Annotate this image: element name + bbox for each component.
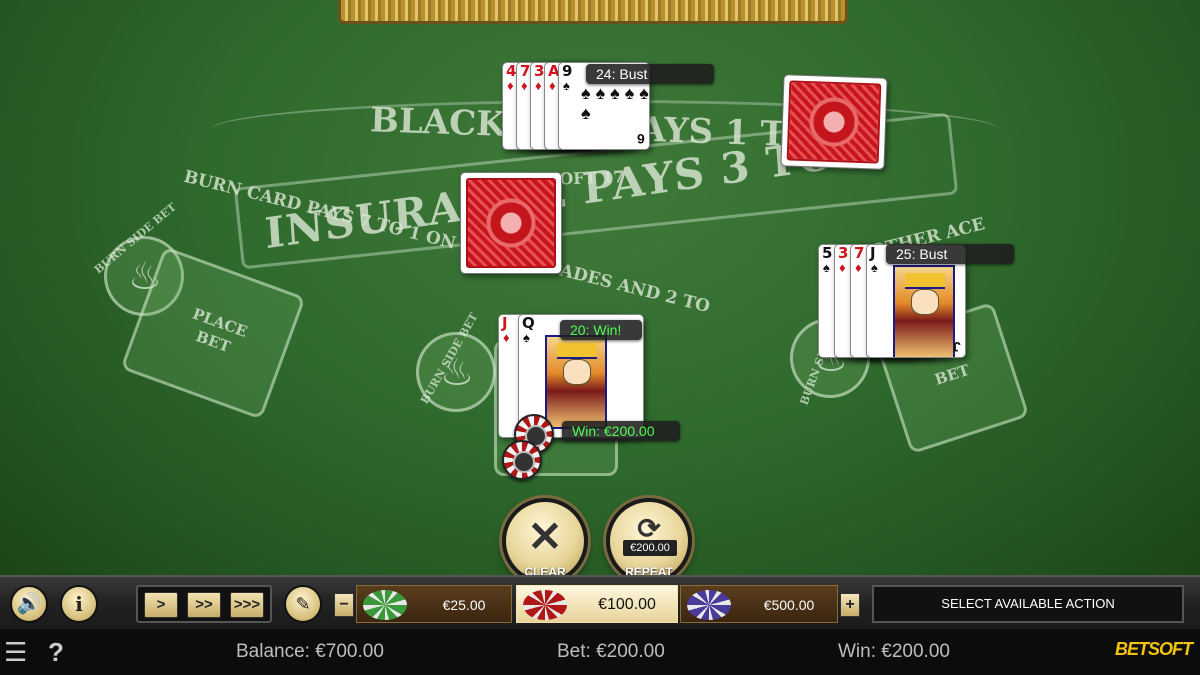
- card-rank: 3: [838, 244, 849, 262]
- clear-chips-icon[interactable]: ✎: [284, 585, 322, 623]
- chip-500-label: €500.00: [763, 597, 815, 613]
- chip-500-icon: [687, 590, 731, 620]
- player-right-hand-label: 25: Bust: [886, 244, 1014, 264]
- speed-fast-button[interactable]: >>: [187, 592, 221, 618]
- card-rank: Q: [522, 314, 535, 332]
- menu-icon[interactable]: ☰: [4, 639, 34, 665]
- dealer-hand-label: 24: Bust: [586, 64, 714, 84]
- speed-fastest-button[interactable]: >>>: [230, 592, 264, 618]
- chip-25-button[interactable]: €25.00: [356, 585, 512, 623]
- card-suit-icon: ♠: [871, 260, 878, 275]
- speed-selector: > >> >>>: [136, 585, 272, 623]
- chip-selector: − €25.00 €100.00 €500.00 +: [334, 583, 862, 625]
- burn-card-back: [460, 172, 562, 274]
- card-suit-icon: ♦: [839, 260, 846, 275]
- card-suit-icon: ♦: [503, 330, 510, 345]
- status-message: SELECT AVAILABLE ACTION: [872, 585, 1184, 623]
- info-icon[interactable]: i: [60, 585, 98, 623]
- card-suit-icon: ♠: [823, 260, 830, 275]
- blackjack-table: BLACKJACK PAYS 1 TO INSURANCE PAYS 3 TO …: [0, 0, 1200, 600]
- chip-prev-button[interactable]: −: [334, 593, 354, 617]
- card-rank: J: [870, 244, 876, 262]
- balance-display: Balance: €700.00: [236, 641, 384, 662]
- card-suit-icon: ♦: [549, 78, 556, 93]
- speed-normal-button[interactable]: >: [144, 592, 178, 618]
- chip-25-label: €25.00: [442, 597, 486, 613]
- bet-chip: [502, 440, 542, 480]
- card-corner-rank: J: [953, 339, 961, 355]
- chip-500-button[interactable]: €500.00: [680, 585, 838, 623]
- card-rank: 4: [506, 62, 517, 80]
- place-bet-label: PLACE BET: [190, 304, 250, 357]
- help-icon[interactable]: ?: [48, 637, 72, 667]
- card-back-right: [780, 74, 888, 170]
- control-bar: 🔊 i > >> >>> ✎ − €25.00 €100.00 €500.00 …: [0, 575, 1200, 629]
- x-icon: ✕: [527, 513, 563, 560]
- card-suit-icon: ♠: [563, 78, 570, 93]
- card-rank: 9: [562, 62, 573, 80]
- info-bar: ☰ ? Balance: €700.00 Bet: €200.00 Win: €…: [0, 629, 1200, 675]
- card-rank: J: [502, 314, 508, 332]
- bet-display: Bet: €200.00: [557, 641, 665, 662]
- betsoft-logo: BETSOFT: [1115, 639, 1193, 659]
- player-center-hand-label: 20: Win!: [560, 320, 642, 340]
- win-display: Win: €200.00: [838, 641, 950, 662]
- chip-100-button[interactable]: €100.00: [516, 585, 678, 623]
- chip-100-icon: [523, 590, 567, 620]
- card-rank: 5: [822, 244, 833, 262]
- card-rank: 7: [854, 244, 865, 262]
- card-suit-icon: ♦: [521, 78, 528, 93]
- card-suit-icon: ♦: [507, 78, 514, 93]
- card-rank: 7: [520, 62, 531, 80]
- card-rank: 3: [534, 62, 545, 80]
- card-corner-rank: 6: [637, 131, 645, 147]
- win-amount-label: Win: €200.00: [562, 421, 680, 441]
- card-suit-icon: ♠: [523, 330, 530, 345]
- chip-100-label: €100.00: [598, 596, 656, 613]
- repeat-amount: €200.00: [623, 540, 677, 556]
- card-shoe: [338, 0, 848, 24]
- chip-next-button[interactable]: +: [840, 593, 860, 617]
- bet-spot-right-label: BET: [932, 360, 972, 389]
- card-suit-icon: ♦: [855, 260, 862, 275]
- chip-25-icon: [363, 590, 407, 620]
- court-card-art: [893, 265, 955, 357]
- card-suit-icon: ♦: [535, 78, 542, 93]
- speaker-icon[interactable]: 🔊: [10, 585, 48, 623]
- court-card-art: [545, 335, 607, 429]
